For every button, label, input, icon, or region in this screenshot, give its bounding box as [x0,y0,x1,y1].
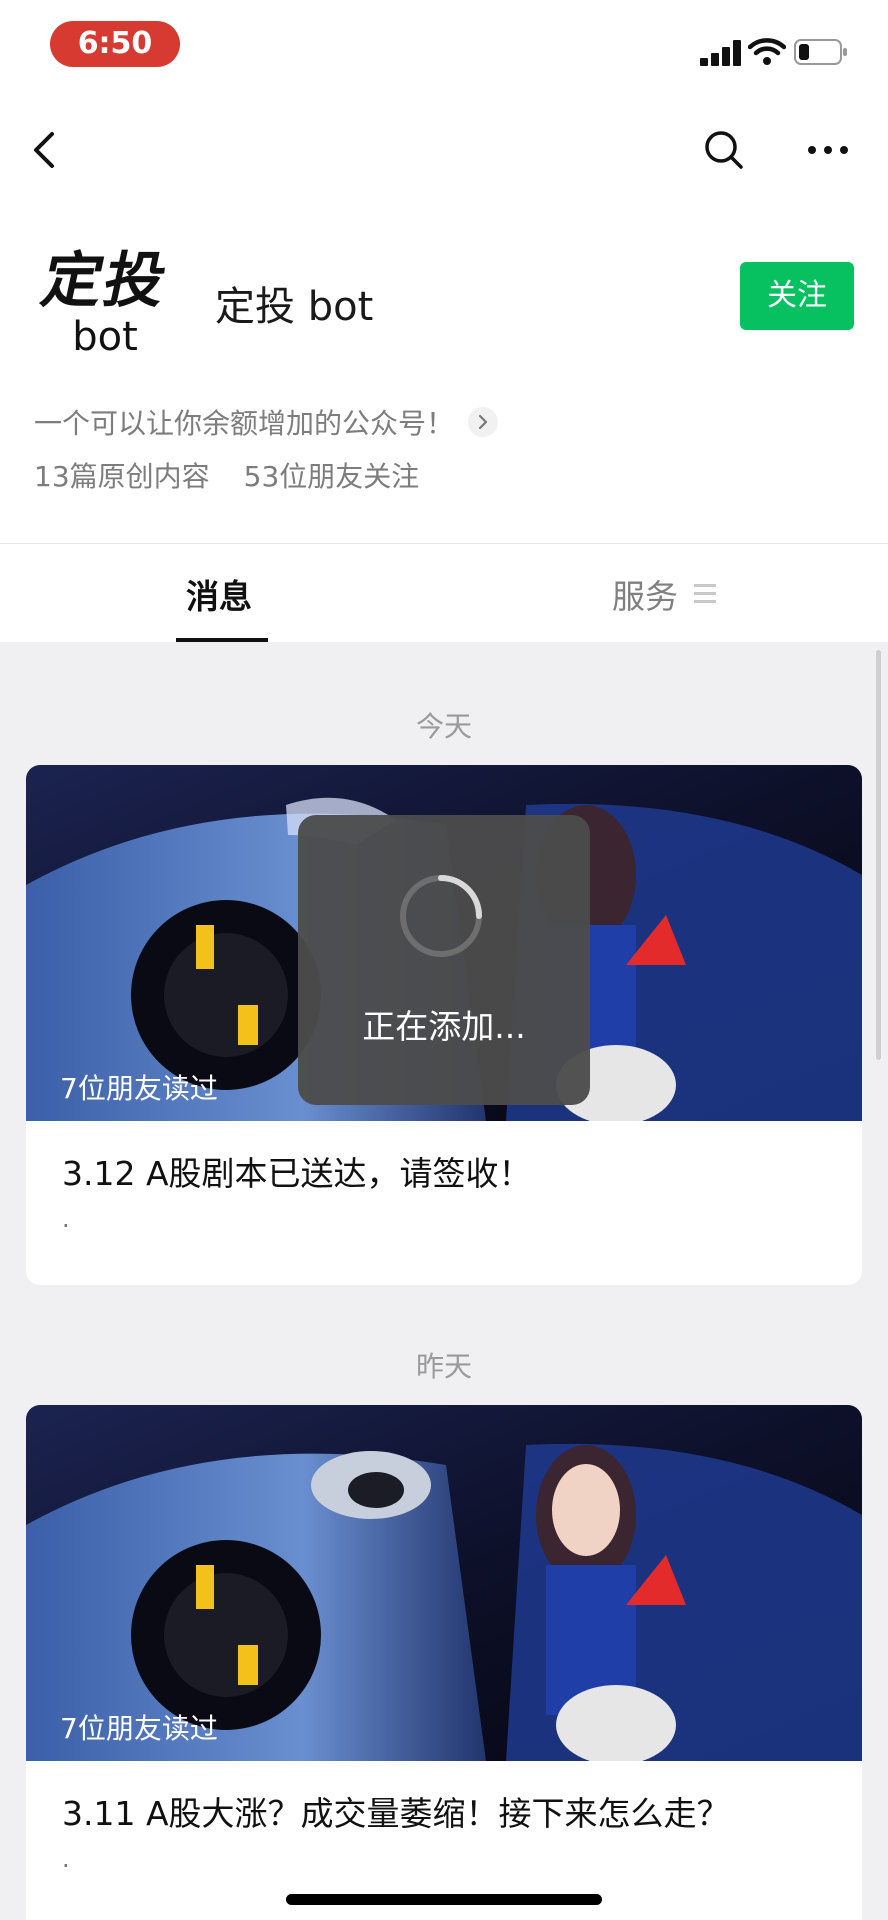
divider [0,543,888,544]
article-title: 3.11 A股大涨？成交量萎缩！接下来怎么走？ [62,1794,730,1833]
original-count: 13篇原创内容 [34,460,210,493]
chevron-right-icon [468,407,499,437]
toast-message: 正在添加... [362,1007,526,1046]
wifi-icon [748,38,786,65]
app-screen: 6:50 定投 bot 定投 bot 关注 一个可以让你余额增加的公众号！ 13… [0,0,888,1920]
battery-icon [794,39,847,65]
account-name: 定投 bot [215,284,374,330]
logo-text-en: bot [72,314,138,360]
account-stats: 13篇原创内容 53位朋友关注 [34,455,453,495]
followers-count: 53位朋友关注 [243,460,420,493]
loading-toast: 正在添加... [298,815,590,1105]
menu-lines-icon [694,582,716,604]
nav-bar [0,110,888,190]
follow-button[interactable]: 关注 [740,262,854,330]
active-tab-indicator [176,638,268,642]
home-indicator[interactable] [286,1894,602,1905]
more-options-icon[interactable] [804,126,852,174]
date-label: 昨天 [415,1350,472,1383]
signal-icon [700,40,742,66]
article-summary: . [62,1845,70,1873]
status-time: 6:50 [50,21,180,67]
status-bar: 6:50 [0,0,888,92]
account-description-row[interactable]: 一个可以让你余额增加的公众号！ [34,400,499,444]
account-logo[interactable]: 定投 bot [34,246,176,364]
account-description: 一个可以让你余额增加的公众号！ [34,407,455,440]
scrollbar[interactable] [876,650,881,1060]
search-icon[interactable] [700,126,748,174]
account-profile: 定投 bot 定投 bot 关注 [0,240,888,370]
article-summary: . [62,1205,70,1233]
article-cover-image: 7位朋友读过 [26,1405,862,1761]
loading-spinner-icon [400,875,482,957]
article-card[interactable]: 7位朋友读过 3.11 A股大涨？成交量萎缩！接下来怎么走？ . [26,1405,862,1920]
friends-read-label: 7位朋友读过 [60,1072,218,1105]
back-arrow-icon[interactable] [22,126,70,174]
logo-text-cn: 定投 [35,246,175,316]
tab-messages[interactable]: 消息 [186,570,252,618]
tab-services[interactable]: 服务 [612,570,678,618]
friends-read-label: 7位朋友读过 [60,1712,218,1745]
article-title: 3.12 A股剧本已送达，请签收！ [62,1154,532,1193]
date-label: 今天 [415,710,472,743]
